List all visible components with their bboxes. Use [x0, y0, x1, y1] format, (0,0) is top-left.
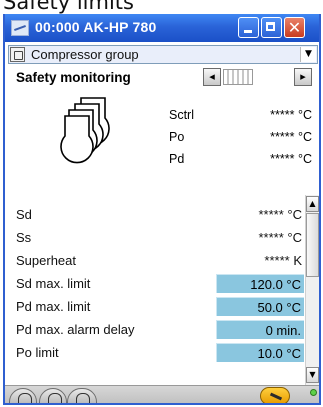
page-slider[interactable] — [223, 69, 253, 85]
bottom-toolbar — [5, 385, 319, 403]
maximize-button[interactable] — [261, 17, 282, 38]
list-item-pd-max-alarm-delay[interactable]: Pd max. alarm delay 0 min. — [5, 319, 305, 340]
row-label: Sd max. limit — [16, 276, 91, 291]
value-field[interactable]: 10.0 °C — [216, 343, 304, 362]
list-item-po-limit[interactable]: Po limit 10.0 °C — [5, 342, 305, 363]
sensor-value: ***** °C — [270, 130, 312, 144]
compressor-single-tab-icon[interactable] — [67, 388, 97, 403]
sensor-row-sctrl: Sctrl ***** °C — [155, 108, 315, 126]
compressor-stack-tab-icon[interactable] — [39, 388, 67, 403]
list-item-superheat: Superheat ***** K — [5, 250, 305, 271]
parameter-list: Sd ***** °C Ss ***** °C Superheat ***** … — [5, 195, 319, 385]
wrench-icon[interactable] — [260, 387, 290, 403]
sensor-value: ***** °C — [270, 152, 312, 166]
group-select-value: Compressor group — [31, 47, 139, 62]
compressor-group-icon — [60, 97, 110, 164]
row-label: Superheat — [16, 253, 76, 268]
compressor-group-tab-icon[interactable] — [9, 388, 37, 403]
minimize-button[interactable] — [238, 17, 259, 38]
page-title: Safety limits — [3, 0, 134, 14]
scroll-up-icon[interactable]: ▲ — [306, 196, 319, 212]
row-label: Pd max. alarm delay — [16, 322, 135, 337]
next-page-button[interactable]: ▸ — [294, 68, 312, 86]
close-button[interactable]: ✕ — [284, 17, 305, 38]
list-item-ss: Ss ***** °C — [5, 227, 305, 248]
scroll-thumb[interactable] — [306, 213, 319, 277]
title-bar[interactable]: 00:000 AK-HP 780 ✕ — [5, 14, 319, 42]
status-led-icon — [310, 389, 317, 396]
sensor-value: ***** °C — [270, 108, 312, 122]
row-label: Pd max. limit — [16, 299, 91, 314]
sensor-row-pd: Pd ***** °C — [155, 152, 315, 170]
row-value: ***** °C — [258, 230, 303, 245]
group-select[interactable]: Compressor group ▼ — [8, 45, 318, 64]
scroll-down-icon[interactable]: ▼ — [306, 367, 319, 383]
section-header: Safety monitoring ◂ ▸ — [5, 67, 319, 89]
sensor-icon — [11, 20, 29, 36]
sensor-label: Po — [169, 130, 185, 144]
section-title: Safety monitoring — [16, 70, 131, 85]
list-item-pd-max-limit[interactable]: Pd max. limit 50.0 °C — [5, 296, 305, 317]
list-item-sd: Sd ***** °C — [5, 204, 305, 225]
list-scrollbar[interactable]: ▲ ▼ — [305, 195, 319, 385]
value-field[interactable]: 0 min. — [216, 320, 304, 339]
chevron-down-icon[interactable]: ▼ — [300, 47, 316, 62]
window-title: 00:000 AK-HP 780 — [35, 19, 157, 35]
list-item-sd-max-limit[interactable]: Sd max. limit 120.0 °C — [5, 273, 305, 294]
prev-page-button[interactable]: ◂ — [203, 68, 221, 86]
row-label: Sd — [16, 207, 32, 222]
sensor-label: Sctrl — [169, 108, 194, 122]
row-label: Ss — [16, 230, 32, 245]
row-value: ***** °C — [258, 207, 303, 222]
app-window: 00:000 AK-HP 780 ✕ Compressor group ▼ Sa… — [3, 14, 321, 405]
sensor-label: Pd — [169, 152, 185, 166]
value-field[interactable]: 120.0 °C — [216, 274, 304, 293]
value-field[interactable]: 50.0 °C — [216, 297, 304, 316]
row-label: Po limit — [16, 345, 59, 360]
row-value: ***** K — [264, 253, 302, 268]
sensor-row-po: Po ***** °C — [155, 130, 315, 148]
group-icon — [10, 47, 25, 62]
